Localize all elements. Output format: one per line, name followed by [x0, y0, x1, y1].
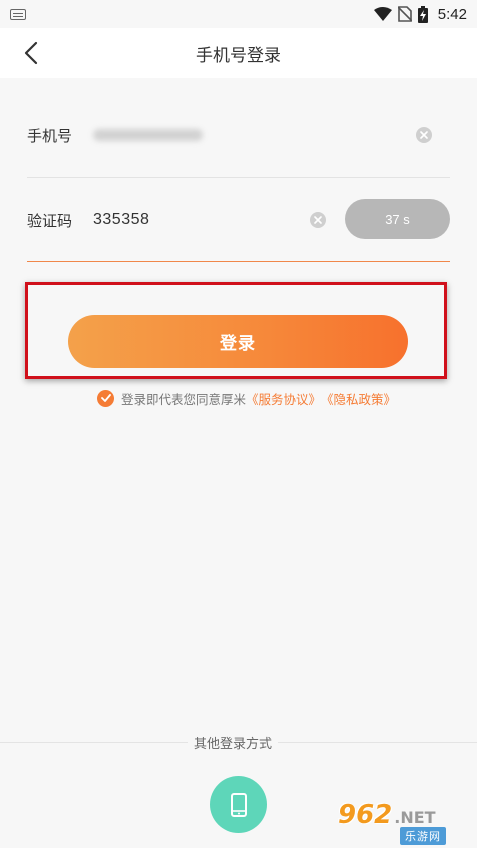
app-bar: 手机号登录 — [0, 28, 477, 78]
back-button[interactable] — [18, 40, 44, 66]
watermark-sub: 乐游网 — [400, 827, 446, 845]
status-time: 5:42 — [437, 5, 467, 23]
keyboard-icon — [10, 8, 26, 20]
phone-row: 手机号 — [27, 112, 450, 158]
privacy-link[interactable]: 《隐私政策》 — [321, 389, 396, 408]
agree-check-icon[interactable] — [97, 389, 114, 407]
code-input[interactable]: 335358 — [93, 211, 149, 229]
page-title: 手机号登录 — [196, 45, 281, 66]
resend-code-countdown-button[interactable]: 37 s — [345, 199, 450, 239]
phone-input[interactable] — [93, 129, 203, 141]
watermark-suffix: .NET — [394, 808, 436, 827]
login-button[interactable]: 登录 — [68, 315, 408, 368]
code-label: 验证码 — [27, 211, 73, 230]
no-sim-icon — [397, 6, 412, 22]
phone-label: 手机号 — [27, 126, 73, 145]
watermark-logo: 962 .NET 乐游网 — [338, 800, 474, 846]
mobile-phone-icon — [230, 792, 247, 817]
phone-login-button[interactable] — [210, 776, 267, 833]
clear-phone-icon[interactable] — [416, 127, 432, 143]
chevron-left-icon — [24, 41, 38, 65]
watermark-brand: 962 — [338, 800, 393, 830]
wifi-icon — [373, 7, 392, 21]
agreement-text: 登录即代表您同意厚米 — [121, 391, 247, 407]
code-divider — [27, 261, 450, 262]
clear-code-icon[interactable] — [310, 212, 326, 228]
phone-divider — [27, 177, 450, 178]
other-methods-label: 其他登录方式 — [188, 733, 279, 752]
terms-link[interactable]: 《服务协议》 — [246, 389, 321, 408]
agreement-row: 登录即代表您同意厚米 《服务协议》 《隐私政策》 — [97, 389, 396, 407]
battery-charging-icon — [417, 5, 428, 23]
status-bar: 5:42 — [0, 0, 477, 28]
